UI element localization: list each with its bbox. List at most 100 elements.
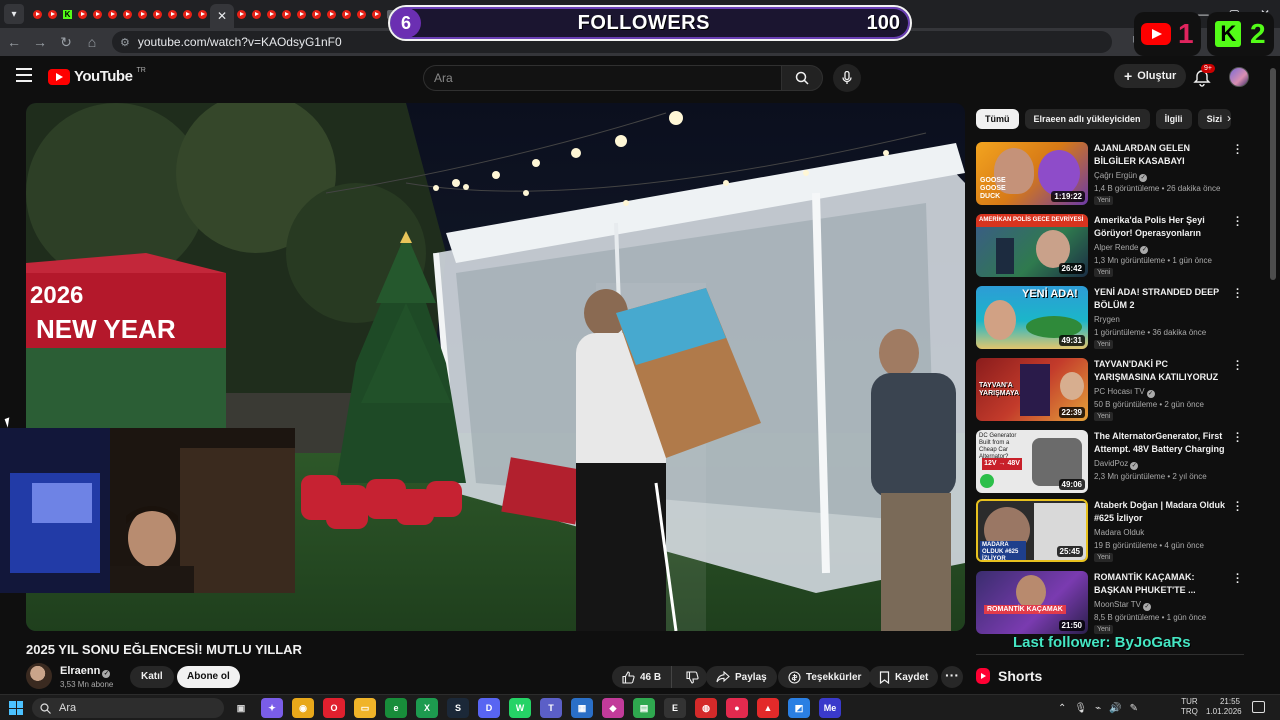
video-thumbnail[interactable]: DC Generator Built from a Cheap Car Alte… bbox=[976, 430, 1088, 493]
browser-tab[interactable] bbox=[195, 5, 210, 23]
channel-name[interactable]: DavidPoz ✓ bbox=[1094, 459, 1139, 470]
browser-tab[interactable] bbox=[234, 5, 249, 23]
app-icon[interactable]: ◩ bbox=[788, 698, 810, 718]
network-icon[interactable]: ⌁ bbox=[1095, 703, 1101, 714]
close-tab-icon[interactable]: ✕ bbox=[217, 9, 227, 23]
media-encoder-icon[interactable]: Me bbox=[819, 698, 841, 718]
menu-icon[interactable] bbox=[16, 68, 32, 82]
recommendation-item[interactable]: ROMANTİK KAÇAMAK 21:50 ROMANTİK KAÇAMAK:… bbox=[976, 570, 1246, 635]
browser-tab[interactable] bbox=[294, 5, 309, 23]
browser-tab[interactable] bbox=[105, 5, 120, 23]
browser-tab[interactable] bbox=[75, 5, 90, 23]
microphone-icon[interactable]: 🎙 bbox=[1074, 703, 1087, 714]
steam-icon[interactable]: S bbox=[447, 698, 469, 718]
video-title[interactable]: Amerika'da Polis Her Şeyi Görüyor! Opera… bbox=[1094, 214, 1230, 240]
video-thumbnail[interactable]: ROMANTİK KAÇAMAK 21:50 bbox=[976, 571, 1088, 634]
browser-tab[interactable] bbox=[249, 5, 264, 23]
file-explorer-icon[interactable]: ▭ bbox=[354, 698, 376, 718]
video-thumbnail[interactable]: MADARA OLDUK #625 İZLİYOR 25:45 bbox=[976, 499, 1088, 562]
taskbar-search[interactable]: Ara bbox=[32, 698, 224, 718]
more-options-icon[interactable]: · · · bbox=[1236, 498, 1242, 517]
copilot-icon[interactable]: ✦ bbox=[261, 698, 283, 718]
pen-icon[interactable]: ✎ bbox=[1130, 703, 1138, 714]
opera-icon[interactable]: O bbox=[323, 698, 345, 718]
browser-tab[interactable] bbox=[369, 5, 384, 23]
teams-icon[interactable]: T bbox=[540, 698, 562, 718]
video-title[interactable]: Ataberk Doğan | Madara Olduk #625 İzliyo… bbox=[1094, 499, 1230, 525]
more-options-icon[interactable]: · · · bbox=[1236, 570, 1242, 589]
windows-start-icon[interactable] bbox=[9, 701, 23, 715]
browser-tab-active[interactable]: ✕ bbox=[210, 4, 234, 28]
browser-tab[interactable] bbox=[30, 5, 45, 23]
recommendation-item[interactable]: DC Generator Built from a Cheap Car Alte… bbox=[976, 429, 1246, 494]
more-options-icon[interactable]: · · · bbox=[1236, 285, 1242, 304]
browser-tab[interactable]: K bbox=[60, 5, 75, 23]
thanks-button[interactable]: Teşekkürler bbox=[778, 666, 872, 688]
task-view-icon[interactable]: ▣ bbox=[230, 698, 252, 718]
browser-tab[interactable] bbox=[45, 5, 60, 23]
reload-icon[interactable]: ↻ bbox=[54, 30, 78, 54]
recommendation-item[interactable]: GOOSE GOOSE DUCK 1:19:22 AJANLARDAN GELE… bbox=[976, 141, 1246, 206]
recommendation-item[interactable]: YENİ ADA! 49:31 YENİ ADA! STRANDED DEEP … bbox=[976, 285, 1246, 350]
recommendation-item[interactable]: TAYVAN'A YARIŞMAYA 22:39 TAYVAN'DAKİ PC … bbox=[976, 357, 1246, 422]
clock[interactable]: 21:55 1.01.2026 bbox=[1206, 697, 1242, 717]
video-title[interactable]: AJANLARDAN GELEN BİLGİLER KASABAYI TEHLİ… bbox=[1094, 142, 1230, 168]
browser-tab[interactable] bbox=[324, 5, 339, 23]
browser-tab[interactable] bbox=[135, 5, 150, 23]
chip-related[interactable]: İlgili bbox=[1155, 109, 1192, 129]
recommendation-item[interactable]: AMERİKAN POLİS GECE DEVRİYESİ 26:42 Amer… bbox=[976, 213, 1246, 278]
more-options-icon[interactable]: · · · bbox=[1236, 357, 1242, 376]
join-button[interactable]: Katıl bbox=[130, 666, 174, 688]
channel-name[interactable]: PC Hocası TV ✓ bbox=[1094, 387, 1155, 398]
create-button[interactable]: + Oluştur bbox=[1114, 64, 1187, 88]
channel-name[interactable]: Alper Rende ✓ bbox=[1094, 243, 1149, 254]
channel-name[interactable]: Rrygen bbox=[1094, 315, 1120, 324]
search-button[interactable] bbox=[781, 65, 823, 91]
video-title[interactable]: The AlternatorGenerator, First Attempt. … bbox=[1094, 430, 1230, 456]
xbox-icon[interactable]: X bbox=[416, 698, 438, 718]
browser-tab[interactable] bbox=[279, 5, 294, 23]
browser-tab[interactable] bbox=[309, 5, 324, 23]
notification-center-icon[interactable] bbox=[1252, 701, 1265, 713]
input-language[interactable]: TUR TRQ bbox=[1181, 697, 1198, 717]
video-thumbnail[interactable]: TAYVAN'A YARIŞMAYA 22:39 bbox=[976, 358, 1088, 421]
youtube-logo[interactable]: YouTube TR bbox=[48, 67, 146, 85]
channel-name[interactable]: Madara Olduk bbox=[1094, 528, 1144, 537]
app-icon[interactable]: ▤ bbox=[633, 698, 655, 718]
channel-name[interactable]: Çağrı Ergün ✓ bbox=[1094, 171, 1148, 182]
like-button[interactable]: 46 B bbox=[612, 666, 673, 688]
chevron-up-icon[interactable]: ⌃ bbox=[1058, 703, 1066, 714]
browser-tab[interactable] bbox=[180, 5, 195, 23]
more-options-icon[interactable]: · · · bbox=[1236, 429, 1242, 448]
channel-avatar[interactable] bbox=[26, 663, 52, 689]
voice-search-button[interactable] bbox=[833, 64, 861, 92]
browser-tab[interactable] bbox=[150, 5, 165, 23]
channel-name[interactable]: MoonStar TV ✓ bbox=[1094, 600, 1151, 611]
browser-tab[interactable] bbox=[90, 5, 105, 23]
volume-icon[interactable]: 🔊 bbox=[1109, 703, 1121, 714]
tab-search-button[interactable]: ▾ bbox=[4, 4, 24, 24]
whatsapp-icon[interactable]: W bbox=[509, 698, 531, 718]
chevron-right-icon[interactable]: › bbox=[1222, 111, 1236, 125]
forward-icon[interactable]: → bbox=[28, 30, 52, 54]
home-icon[interactable]: ⌂ bbox=[80, 30, 104, 54]
search-input[interactable] bbox=[423, 65, 781, 91]
app-icon[interactable]: ◆ bbox=[602, 698, 624, 718]
epic-games-icon[interactable]: E bbox=[664, 698, 686, 718]
recommendation-item[interactable]: MADARA OLDUK #625 İZLİYOR 25:45 Ataberk … bbox=[976, 498, 1246, 563]
channel-name[interactable]: Elraenn ✓ bbox=[60, 665, 111, 678]
video-thumbnail[interactable]: GOOSE GOOSE DUCK 1:19:22 bbox=[976, 142, 1088, 205]
video-thumbnail[interactable]: YENİ ADA! 49:31 bbox=[976, 286, 1088, 349]
back-icon[interactable]: ← bbox=[2, 30, 26, 54]
browser-tab[interactable] bbox=[339, 5, 354, 23]
browser-tab[interactable] bbox=[120, 5, 135, 23]
save-button[interactable]: Kaydet bbox=[869, 666, 939, 688]
chrome-icon[interactable]: ◉ bbox=[292, 698, 314, 718]
browser-tab[interactable] bbox=[165, 5, 180, 23]
browser-tab[interactable] bbox=[264, 5, 279, 23]
chip-from-uploader[interactable]: Elraeen adlı yükleyiciden bbox=[1024, 109, 1150, 129]
dislike-button[interactable] bbox=[677, 666, 707, 688]
site-info-icon[interactable]: ⚙ bbox=[120, 36, 130, 49]
obs-icon[interactable]: ◍ bbox=[695, 698, 717, 718]
app-icon[interactable]: ▲ bbox=[757, 698, 779, 718]
